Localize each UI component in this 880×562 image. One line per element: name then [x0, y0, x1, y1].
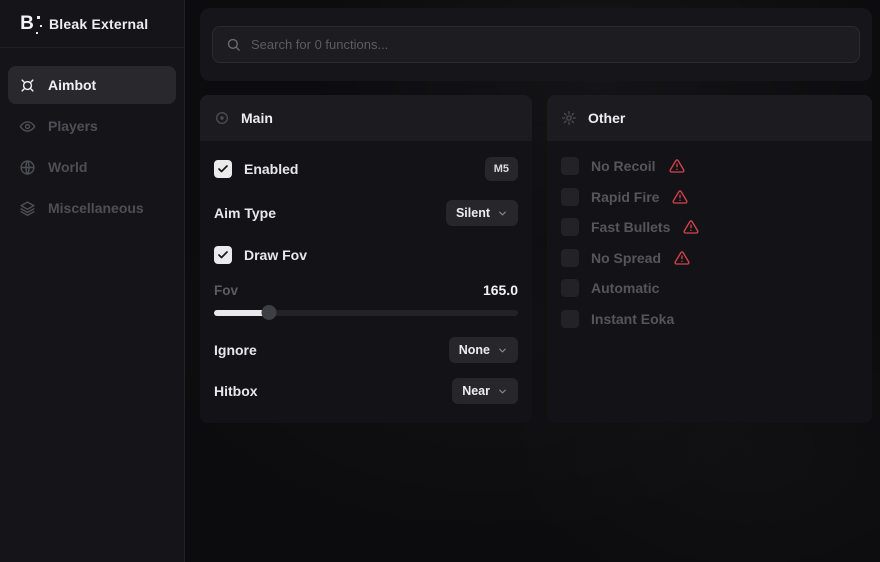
chevron-down-icon	[497, 386, 508, 397]
no-recoil-checkbox[interactable]	[561, 157, 579, 175]
sidebar-item-label: Miscellaneous	[48, 200, 144, 216]
panel-other: Other No Recoil Rapid Fire	[547, 95, 872, 423]
fov-value: 165.0	[483, 282, 518, 298]
gear-icon	[561, 110, 577, 126]
ignore-row: Ignore None	[214, 337, 518, 363]
content-area: Search for 0 functions... Main	[185, 0, 880, 562]
panel-other-header: Other	[547, 95, 872, 141]
no-recoil-row: No Recoil	[561, 151, 858, 182]
no-recoil-label: No Recoil	[591, 158, 656, 174]
warning-icon	[674, 250, 690, 266]
sidebar-item-label: Players	[48, 118, 98, 134]
eye-icon	[19, 118, 36, 135]
app-logo-icon: B	[16, 13, 38, 35]
enabled-label: Enabled	[244, 161, 298, 177]
sidebar-item-players[interactable]: Players	[8, 107, 176, 145]
draw-fov-checkbox[interactable]	[214, 246, 232, 264]
fast-bullets-checkbox[interactable]	[561, 218, 579, 236]
sidebar-item-aimbot[interactable]: Aimbot	[8, 66, 176, 104]
sidebar-item-label: World	[48, 159, 87, 175]
layers-icon	[19, 200, 36, 217]
aim-type-row: Aim Type Silent	[214, 200, 518, 226]
hitbox-label: Hitbox	[214, 383, 258, 399]
check-icon	[217, 163, 229, 175]
brand: B Bleak External	[0, 0, 184, 48]
target-icon	[214, 110, 230, 126]
search-panel: Search for 0 functions...	[200, 8, 872, 81]
globe-icon	[19, 159, 36, 176]
slider-thumb[interactable]	[261, 305, 276, 320]
enabled-checkbox[interactable]	[214, 160, 232, 178]
rapid-fire-row: Rapid Fire	[561, 182, 858, 213]
automatic-row: Automatic	[561, 273, 858, 304]
panel-main-header: Main	[200, 95, 532, 141]
hitbox-value: Near	[462, 384, 490, 398]
hitbox-row: Hitbox Near	[214, 378, 518, 404]
sidebar-item-label: Aimbot	[48, 77, 96, 93]
search-icon	[226, 37, 241, 52]
aim-type-label: Aim Type	[214, 205, 276, 221]
automatic-label: Automatic	[591, 280, 659, 296]
draw-fov-label: Draw Fov	[244, 247, 307, 263]
no-spread-checkbox[interactable]	[561, 249, 579, 267]
logo-letter: B	[20, 13, 34, 35]
fov-row: Fov 165.0	[214, 282, 518, 298]
no-spread-label: No Spread	[591, 250, 661, 266]
search-placeholder: Search for 0 functions...	[251, 37, 388, 52]
fov-slider[interactable]	[214, 305, 518, 320]
chevron-down-icon	[497, 345, 508, 356]
app-title: Bleak External	[49, 16, 148, 32]
aim-type-value: Silent	[456, 206, 490, 220]
instant-eoka-label: Instant Eoka	[591, 311, 674, 327]
automatic-checkbox[interactable]	[561, 279, 579, 297]
hitbox-dropdown[interactable]: Near	[452, 378, 518, 404]
warning-icon	[669, 158, 685, 174]
fast-bullets-row: Fast Bullets	[561, 212, 858, 243]
aim-type-dropdown[interactable]: Silent	[446, 200, 518, 226]
chevron-down-icon	[497, 208, 508, 219]
ignore-value: None	[459, 343, 490, 357]
no-spread-row: No Spread	[561, 243, 858, 274]
search-input[interactable]: Search for 0 functions...	[212, 26, 860, 63]
panel-title: Other	[588, 110, 625, 126]
warning-icon	[683, 219, 699, 235]
sidebar: B Bleak External Aimbot Players World	[0, 0, 185, 562]
ignore-dropdown[interactable]: None	[449, 337, 518, 363]
sidebar-item-world[interactable]: World	[8, 148, 176, 186]
crosshair-icon	[19, 77, 36, 94]
keybind-button[interactable]: M5	[485, 157, 518, 181]
fov-label: Fov	[214, 283, 238, 298]
check-icon	[217, 249, 229, 261]
fast-bullets-label: Fast Bullets	[591, 219, 670, 235]
rapid-fire-checkbox[interactable]	[561, 188, 579, 206]
sidebar-item-miscellaneous[interactable]: Miscellaneous	[8, 189, 176, 227]
warning-icon	[672, 189, 688, 205]
sidebar-nav: Aimbot Players World Miscellaneous	[0, 48, 184, 245]
draw-fov-row: Draw Fov	[214, 246, 518, 264]
panel-main: Main Enabled M5 Aim Type	[200, 95, 532, 423]
instant-eoka-row: Instant Eoka	[561, 304, 858, 335]
enabled-row: Enabled M5	[214, 157, 518, 181]
rapid-fire-label: Rapid Fire	[591, 189, 659, 205]
panel-title: Main	[241, 110, 273, 126]
ignore-label: Ignore	[214, 342, 257, 358]
instant-eoka-checkbox[interactable]	[561, 310, 579, 328]
